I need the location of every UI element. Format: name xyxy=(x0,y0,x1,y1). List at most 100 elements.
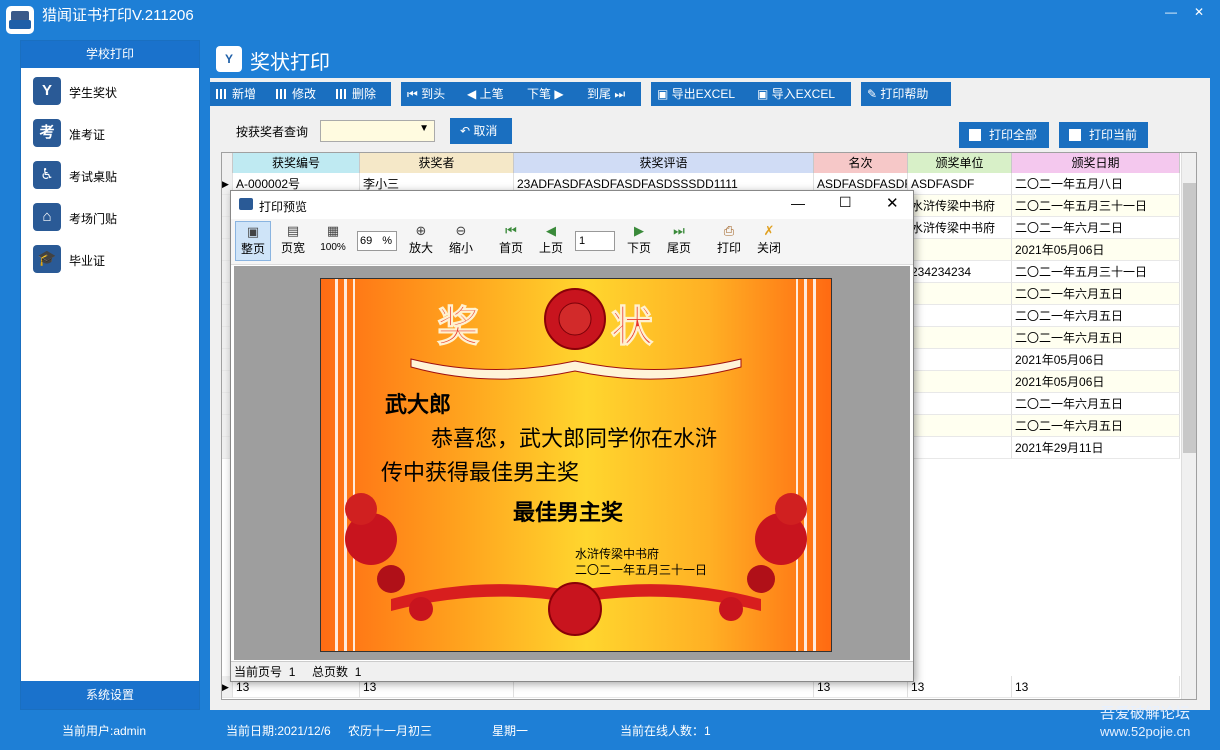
zoom-input[interactable]: 69% xyxy=(357,231,397,251)
print-current-button[interactable]: 打印当前 xyxy=(1059,122,1148,148)
total-label: 总页数 xyxy=(312,665,349,679)
last-record-button[interactable]: 到尾 ⏭ xyxy=(581,82,641,106)
first-record-button[interactable]: ⏮ 到头 xyxy=(401,82,461,106)
help-toolbar: ✎ 打印帮助 xyxy=(861,82,951,106)
vertical-scrollbar[interactable] xyxy=(1181,153,1196,699)
skip-first-icon: ⏮ xyxy=(407,87,422,101)
column-header[interactable]: 获奖评语 xyxy=(514,153,814,173)
add-button[interactable]: 新增 xyxy=(210,82,270,106)
delete-button[interactable]: 删除 xyxy=(330,82,391,106)
zoom-out-icon: ⊖ xyxy=(455,223,467,238)
table-cell[interactable]: 二〇二一年六月五日 xyxy=(1012,415,1180,437)
edit-button[interactable]: 修改 xyxy=(270,82,330,106)
table-cell[interactable] xyxy=(908,349,1012,371)
table-cell[interactable] xyxy=(908,327,1012,349)
weekday: 星期一 xyxy=(492,724,529,738)
page-title: 奖状打印 xyxy=(250,52,330,74)
sidebar-item-label: 考场门贴 xyxy=(69,212,118,226)
system-settings-button[interactable]: 系统设置 xyxy=(21,681,199,709)
print-help-button[interactable]: ✎ 打印帮助 xyxy=(861,82,951,106)
close-preview-button[interactable]: ✗ 关闭 xyxy=(751,221,787,261)
last-page-button[interactable]: ⏭ 尾页 xyxy=(661,221,697,261)
arrow-left-icon: ◀ xyxy=(546,223,556,238)
table-cell[interactable]: 2021年05月06日 xyxy=(1012,371,1180,393)
minimize-icon[interactable]: — xyxy=(791,195,805,211)
zoom-out-button[interactable]: ⊖ 缩小 xyxy=(443,221,479,261)
table-cell[interactable]: 水浒传梁中书府 xyxy=(908,217,1012,239)
table-cell[interactable]: 13 xyxy=(908,676,1012,698)
table-cell[interactable]: 2021年05月06日 xyxy=(1012,349,1180,371)
page-number-input[interactable]: 1 xyxy=(575,231,615,251)
table-cell[interactable] xyxy=(908,437,1012,459)
arrow-right-icon: ▶ xyxy=(551,87,564,101)
column-header[interactable]: 获奖者 xyxy=(360,153,514,173)
table-cell[interactable]: 2021年29月11日 xyxy=(1012,437,1180,459)
table-cell[interactable]: ASDFASDF xyxy=(908,173,1012,195)
certificate-award: 最佳男主奖 xyxy=(513,500,624,526)
sidebar-item-door-label[interactable]: ⌂ 考场门贴 xyxy=(31,201,191,235)
table-cell[interactable] xyxy=(908,393,1012,415)
previous-page-button[interactable]: ◀ 上页 xyxy=(533,221,569,261)
table-cell[interactable]: 二〇二一年六月五日 xyxy=(1012,327,1180,349)
export-excel-button[interactable]: ▣ 导出EXCEL xyxy=(651,82,751,106)
total-pages: 1 xyxy=(354,665,362,679)
print-button[interactable]: ⎙ 打印 xyxy=(711,221,747,261)
column-header[interactable]: 名次 xyxy=(814,153,908,173)
page-width-button[interactable]: ▤ 页宽 xyxy=(275,221,311,261)
table-cell[interactable]: 二〇二一年六月五日 xyxy=(1012,305,1180,327)
next-record-button[interactable]: 下笔 ▶ xyxy=(521,82,581,106)
search-label: 按获奖者查询 xyxy=(236,125,309,139)
excel-toolbar: ▣ 导出EXCEL ▣ 导入EXCEL xyxy=(651,82,851,106)
actual-size-button[interactable]: ▦ 100% xyxy=(315,221,351,261)
winner-search-select[interactable]: ▼ xyxy=(320,120,435,142)
whole-page-button[interactable]: ▣ 整页 xyxy=(235,221,271,261)
import-excel-button[interactable]: ▣ 导入EXCEL xyxy=(751,82,851,106)
edit-toolbar: 新增 修改 删除 xyxy=(210,82,391,106)
next-page-button[interactable]: ▶ 下页 xyxy=(621,221,657,261)
cancel-button[interactable]: ↶ 取消 xyxy=(450,118,512,144)
maximize-icon[interactable]: ☐ xyxy=(839,194,852,211)
close-icon[interactable]: ✕ xyxy=(1188,4,1210,20)
column-header[interactable]: 颁奖日期 xyxy=(1012,153,1180,173)
table-cell[interactable] xyxy=(908,283,1012,305)
zoom-in-button[interactable]: ⊕ 放大 xyxy=(403,221,439,261)
main-header: Y 奖状打印 xyxy=(210,40,1210,78)
column-header[interactable]: 颁奖单位 xyxy=(908,153,1012,173)
table-cell[interactable]: 水浒传梁中书府 xyxy=(908,195,1012,217)
sidebar-item-diploma[interactable]: 🎓 毕业证 xyxy=(31,243,191,277)
column-header[interactable]: 获奖编号 xyxy=(233,153,360,173)
certificate-body-line1: 恭喜您，武大郎同学你在水浒 xyxy=(431,427,718,452)
table-cell[interactable]: 二〇二一年五月三十一日 xyxy=(1012,261,1180,283)
table-cell[interactable]: 13 xyxy=(1012,676,1180,698)
current-date: 当前日期:2021/12/6 xyxy=(226,724,331,738)
dialog-title-bar: 打印预览 — ☐ ✕ xyxy=(231,191,913,219)
print-preview-dialog: 打印预览 — ☐ ✕ ▣ 整页 ▤ 页宽 ▦ 100% 69% ⊕ 放大 ⊖ 缩小 ⏮ 首页… xyxy=(230,190,914,682)
sidebar-item-award[interactable]: Y 学生奖状 xyxy=(31,75,191,109)
table-cell[interactable]: 2021年05月06日 xyxy=(1012,239,1180,261)
close-icon[interactable]: ✕ xyxy=(886,194,899,212)
table-cell[interactable] xyxy=(908,305,1012,327)
minimize-icon[interactable]: — xyxy=(1160,4,1182,20)
table-cell[interactable]: 二〇二一年六月五日 xyxy=(1012,283,1180,305)
table-cell[interactable] xyxy=(908,239,1012,261)
scrollbar-thumb[interactable] xyxy=(1183,183,1196,453)
print-all-button[interactable]: 打印全部 xyxy=(959,122,1049,148)
table-cell[interactable]: 二〇二一年五月八日 xyxy=(1012,173,1180,195)
certificate-body-line2: 传中获得最佳男主奖 xyxy=(381,461,580,486)
first-page-button[interactable]: ⏮ 首页 xyxy=(493,221,529,261)
app-title: 猎闻证书打印V.211206 xyxy=(42,7,194,24)
excel-icon: ▣ xyxy=(757,87,772,101)
table-cell[interactable]: 二〇二一年六月二日 xyxy=(1012,217,1180,239)
sidebar-item-exam-card[interactable]: 考 准考证 xyxy=(31,117,191,151)
table-cell[interactable]: 二〇二一年五月三十一日 xyxy=(1012,195,1180,217)
grid-icon xyxy=(336,89,346,99)
sidebar-item-label: 准考证 xyxy=(69,128,106,142)
table-cell[interactable]: 二〇二一年六月五日 xyxy=(1012,393,1180,415)
table-cell[interactable]: 234234234 xyxy=(908,261,1012,283)
previous-record-button[interactable]: ◀ 上笔 xyxy=(461,82,521,106)
table-cell[interactable] xyxy=(908,415,1012,437)
sidebar-item-desk-label[interactable]: ♿ 考试桌贴 xyxy=(31,159,191,193)
print-icon xyxy=(1069,129,1081,141)
preview-toolbar: ▣ 整页 ▤ 页宽 ▦ 100% 69% ⊕ 放大 ⊖ 缩小 ⏮ 首页 ◀ 上页 1 ▶ 下页 … xyxy=(231,219,913,265)
table-cell[interactable] xyxy=(908,371,1012,393)
